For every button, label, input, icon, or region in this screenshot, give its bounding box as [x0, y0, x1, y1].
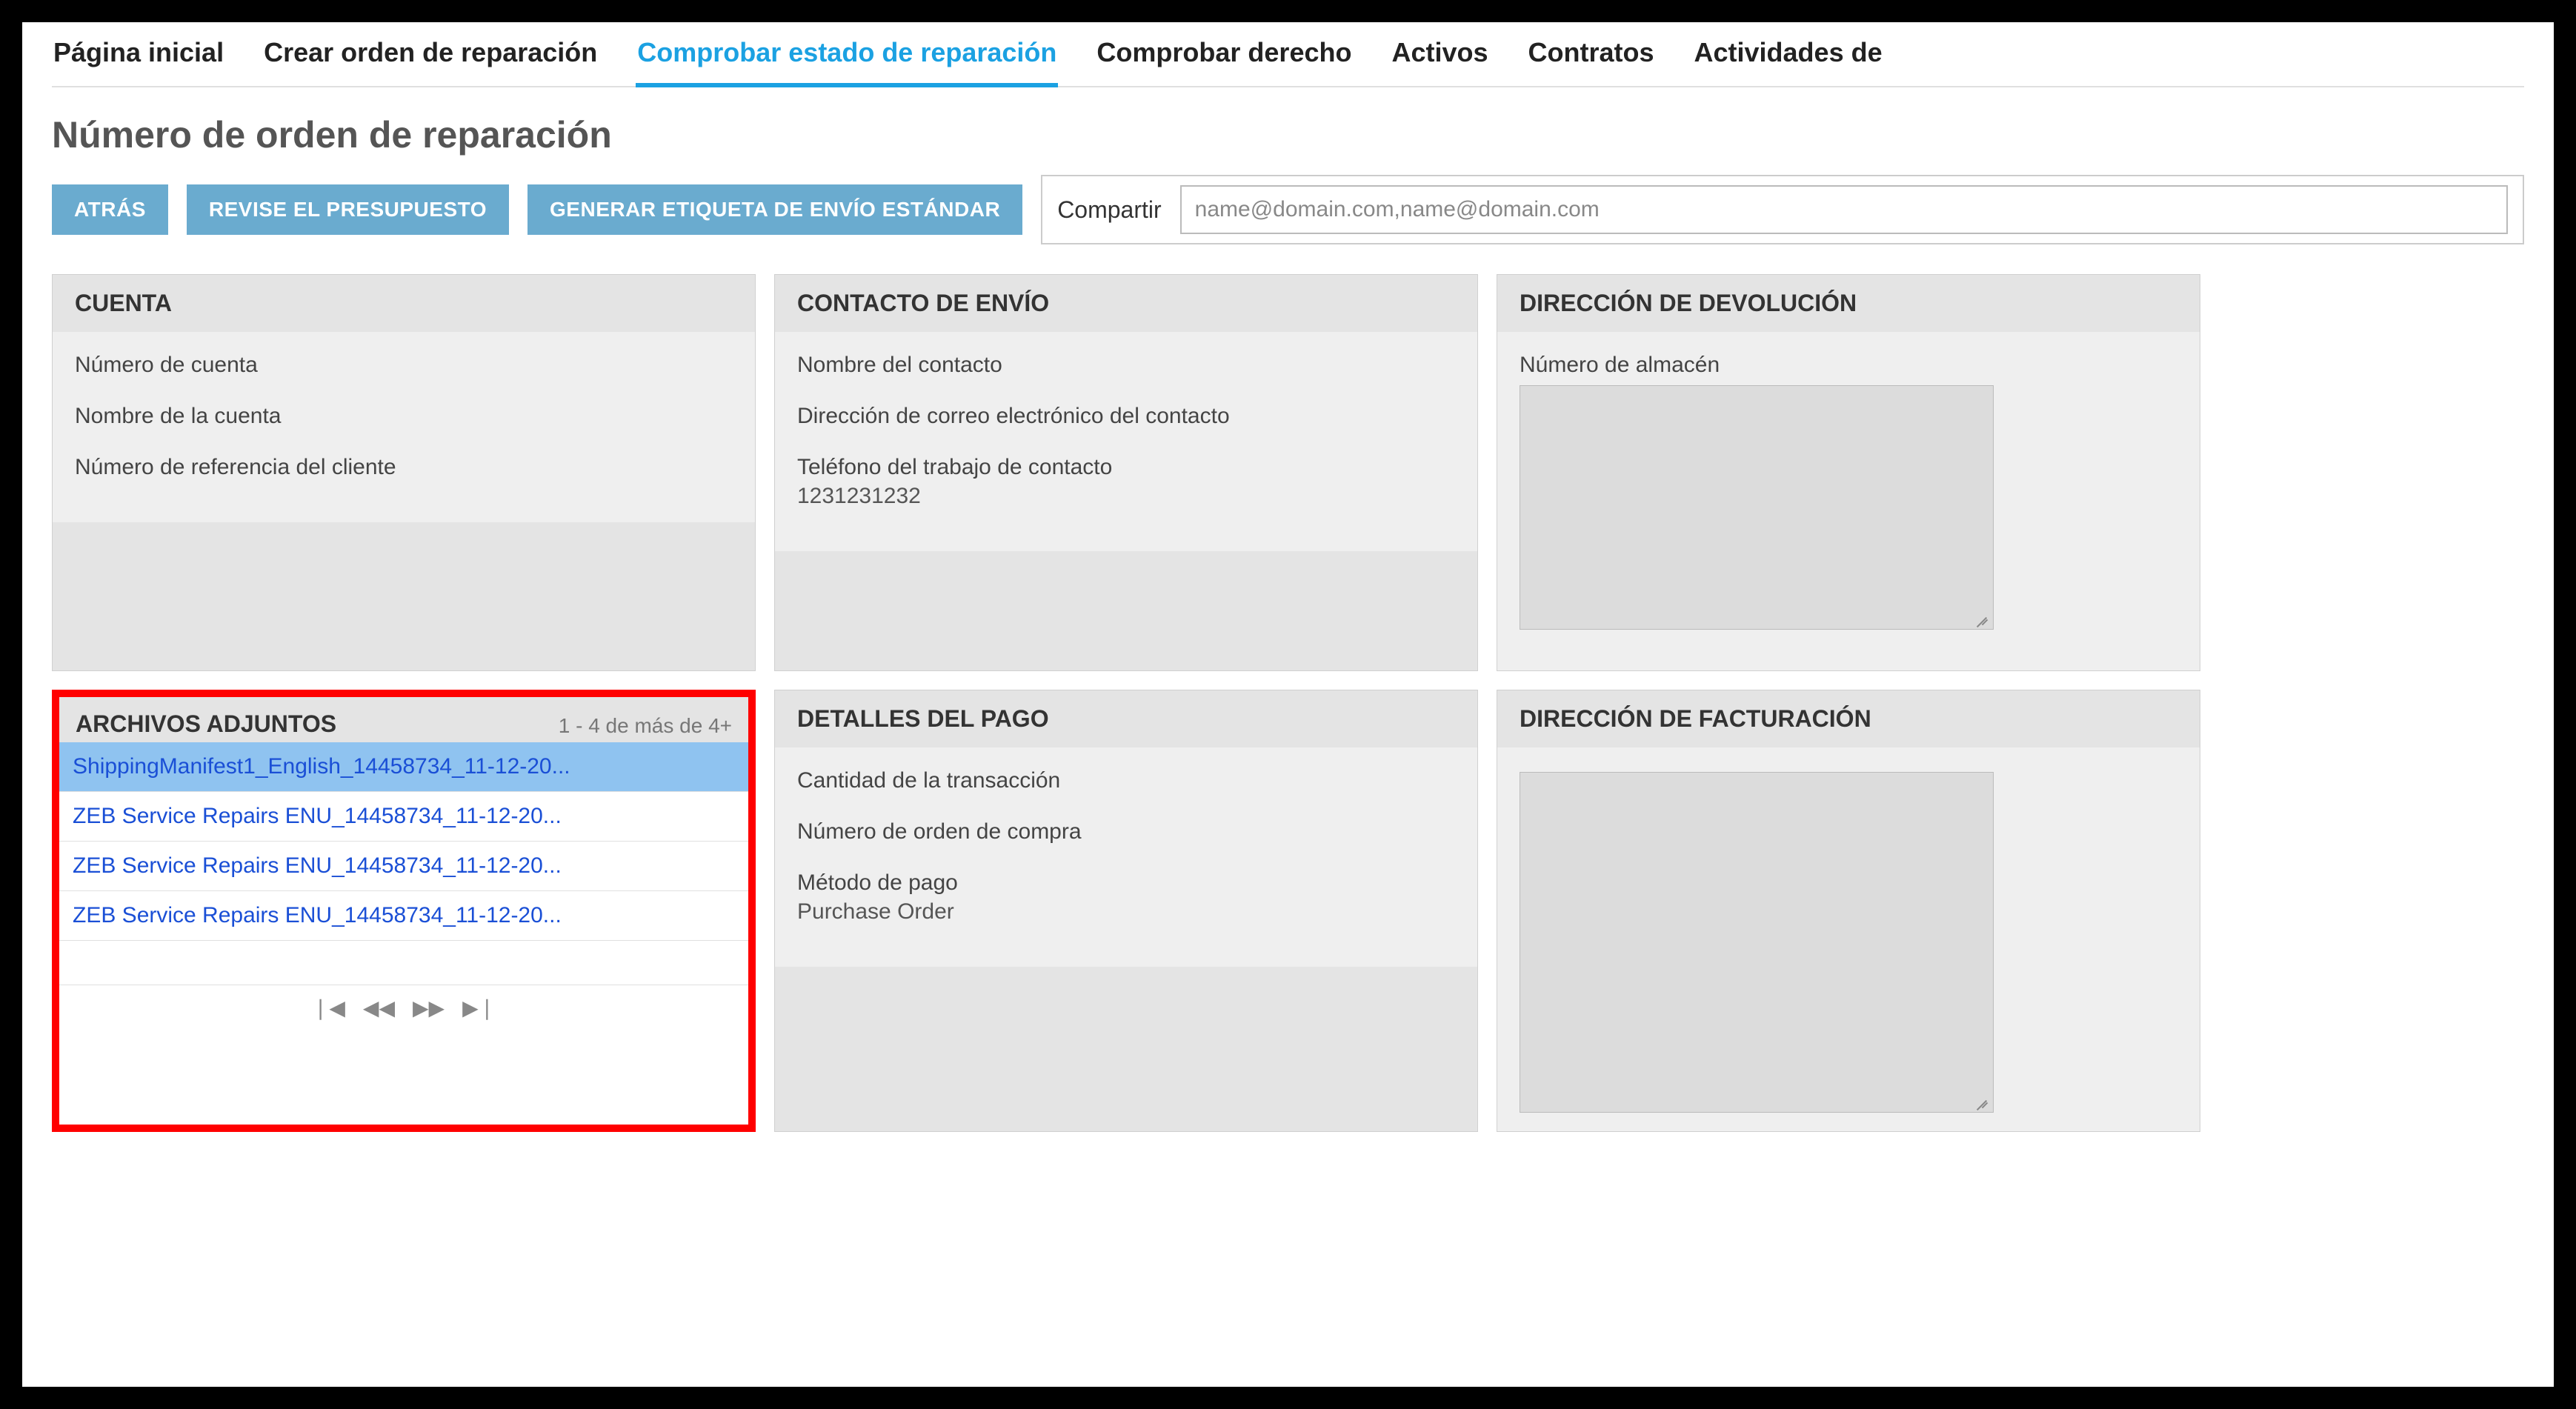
page-title: Número de orden de reparación — [52, 113, 2524, 156]
customer-ref-label: Número de referencia del cliente — [75, 453, 733, 482]
resize-handle-icon[interactable] — [1972, 608, 1990, 626]
shipping-contact-card: CONTACTO DE ENVÍO Nombre del contacto Di… — [774, 274, 1478, 671]
nav-check-status[interactable]: Comprobar estado de reparación — [636, 37, 1058, 87]
attachment-empty-row — [59, 941, 748, 985]
payment-details-title: DETALLES DEL PAGO — [775, 690, 1477, 747]
contact-email-label: Dirección de correo electrónico del cont… — [797, 402, 1455, 430]
nav-activities[interactable]: Actividades de — [1693, 37, 1884, 86]
account-name-label: Nombre de la cuenta — [75, 402, 733, 430]
pager-first-icon[interactable]: ❘◀ — [312, 996, 345, 1020]
billing-address-title: DIRECCIÓN DE FACTURACIÓN — [1497, 690, 2200, 747]
billing-address-card: DIRECCIÓN DE FACTURACIÓN — [1497, 690, 2200, 1132]
attachment-item[interactable]: ShippingManifest1_English_14458734_11-12… — [59, 742, 748, 792]
attachments-pager: ❘◀ ◀◀ ▶▶ ▶❘ — [59, 985, 748, 1027]
nav-contracts[interactable]: Contratos — [1527, 37, 1656, 86]
work-phone-label: Teléfono del trabajo de contacto — [797, 453, 1455, 482]
return-address-textarea[interactable] — [1520, 385, 1994, 630]
attachment-item[interactable]: ZEB Service Repairs ENU_14458734_11-12-2… — [59, 842, 748, 891]
attachment-item[interactable]: ZEB Service Repairs ENU_14458734_11-12-2… — [59, 792, 748, 842]
review-quote-button[interactable]: REVISE EL PRESUPUESTO — [187, 184, 509, 235]
account-card: CUENTA Número de cuenta Nombre de la cue… — [52, 274, 756, 671]
payment-details-card: DETALLES DEL PAGO Cantidad de la transac… — [774, 690, 1478, 1132]
top-nav: Página inicial Crear orden de reparación… — [52, 22, 2524, 87]
share-label: Compartir — [1057, 196, 1161, 224]
work-phone-value: 1231231232 — [797, 482, 1455, 510]
attachment-item[interactable]: ZEB Service Repairs ENU_14458734_11-12-2… — [59, 891, 748, 941]
pager-last-icon[interactable]: ▶❘ — [462, 996, 496, 1020]
generate-shipping-label-button[interactable]: GENERAR ETIQUETA DE ENVÍO ESTÁNDAR — [527, 184, 1022, 235]
attachments-count: 1 - 4 de más de 4+ — [559, 714, 732, 738]
nav-home[interactable]: Página inicial — [52, 37, 225, 86]
billing-address-textarea[interactable] — [1520, 772, 1994, 1113]
action-row: ATRÁS REVISE EL PRESUPUESTO GENERAR ETIQ… — [52, 175, 2524, 244]
share-box: Compartir — [1041, 175, 2524, 244]
attachments-title: ARCHIVOS ADJUNTOS — [76, 710, 336, 738]
transaction-amount-label: Cantidad de la transacción — [797, 766, 1455, 795]
back-button[interactable]: ATRÁS — [52, 184, 168, 235]
attachments-list: ShippingManifest1_English_14458734_11-12… — [59, 742, 748, 985]
resize-handle-icon[interactable] — [1972, 1091, 1990, 1109]
payment-method-label: Método de pago — [797, 868, 1455, 897]
warehouse-number-label: Número de almacén — [1520, 350, 2177, 379]
attachments-card: ARCHIVOS ADJUNTOS 1 - 4 de más de 4+ Shi… — [52, 690, 756, 1132]
contact-name-label: Nombre del contacto — [797, 350, 1455, 379]
shipping-contact-title: CONTACTO DE ENVÍO — [775, 275, 1477, 332]
nav-check-entitlement[interactable]: Comprobar derecho — [1095, 37, 1353, 86]
nav-assets[interactable]: Activos — [1390, 37, 1489, 86]
account-number-label: Número de cuenta — [75, 350, 733, 379]
pager-next-icon[interactable]: ▶▶ — [413, 996, 445, 1020]
po-number-label: Número de orden de compra — [797, 817, 1455, 846]
payment-method-value: Purchase Order — [797, 897, 1455, 926]
nav-create-order[interactable]: Crear orden de reparación — [262, 37, 599, 86]
share-email-input[interactable] — [1180, 185, 2508, 234]
return-address-card: DIRECCIÓN DE DEVOLUCIÓN Número de almacé… — [1497, 274, 2200, 671]
account-card-title: CUENTA — [53, 275, 755, 332]
pager-prev-icon[interactable]: ◀◀ — [363, 996, 395, 1020]
return-address-title: DIRECCIÓN DE DEVOLUCIÓN — [1497, 275, 2200, 332]
